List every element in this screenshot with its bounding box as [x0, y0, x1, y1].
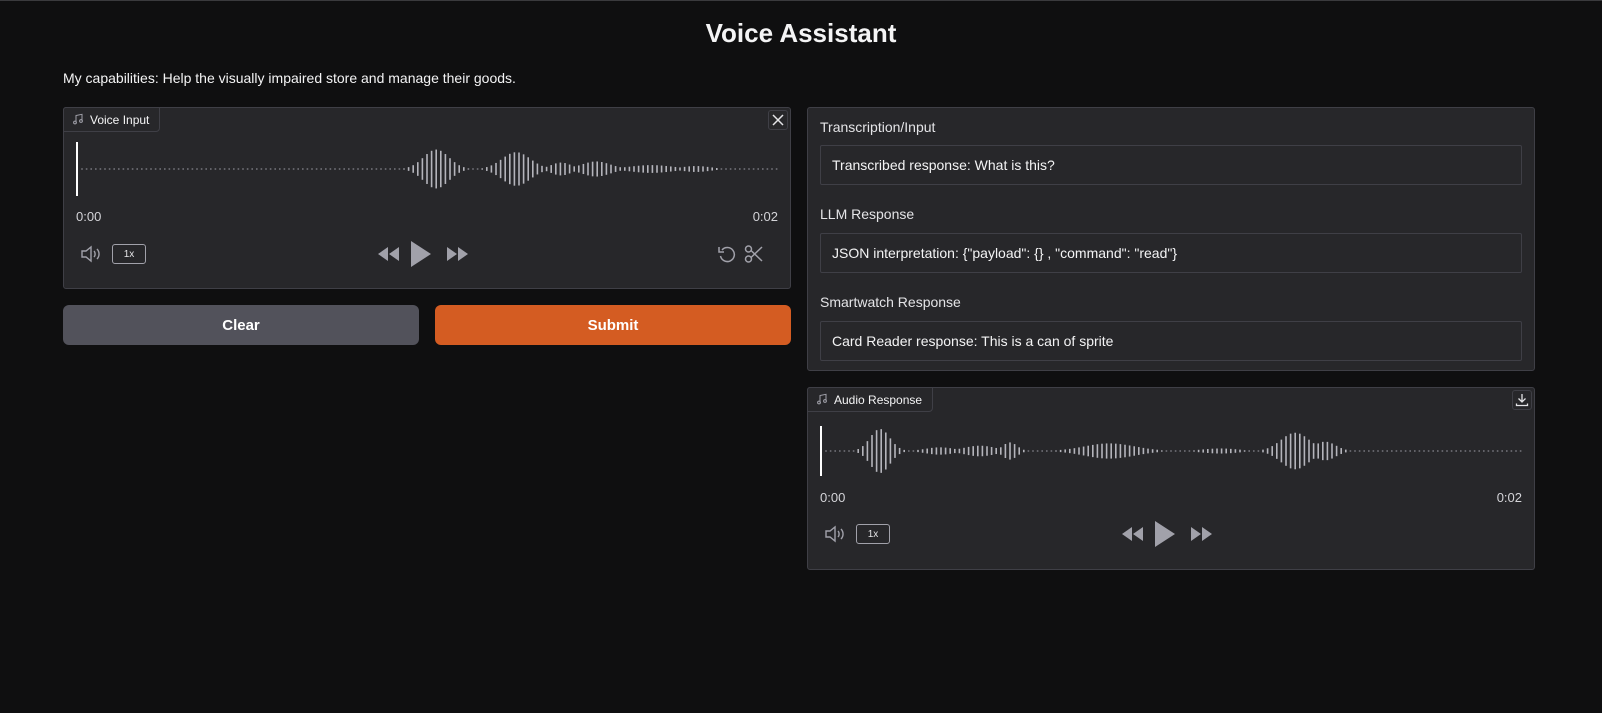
volume-icon: [825, 525, 844, 543]
voice-input-tag: Voice Input: [63, 107, 161, 132]
playback-rate-button[interactable]: 1x: [112, 244, 146, 264]
llm-response-field[interactable]: JSON interpretation: {"payload": {} , "c…: [820, 233, 1522, 273]
fast-forward-icon: [1191, 527, 1212, 541]
rewind-button[interactable]: [1121, 524, 1145, 544]
voice-input-time-end: 0:02: [752, 209, 778, 224]
voice-input-waveform[interactable]: [76, 142, 780, 196]
play-icon: [411, 241, 431, 267]
transcription-label: Transcription/Input: [820, 119, 936, 135]
page-title: Voice Assistant: [705, 18, 897, 48]
fast-forward-button[interactable]: [445, 244, 469, 264]
audio-response-tag: Audio Response: [807, 387, 934, 412]
voice-input-time-start: 0:00: [76, 209, 102, 224]
play-button[interactable]: [408, 239, 434, 269]
audio-response-panel: Audio Response 0:00 0:02 1x: [807, 387, 1535, 570]
download-icon: [1515, 394, 1529, 407]
scissors-icon: [744, 245, 763, 263]
rewind-icon: [378, 247, 399, 261]
voice-input-panel: Voice Input 0:00 0:02 1x: [63, 107, 791, 289]
rewind-button[interactable]: [377, 244, 401, 264]
close-icon: [772, 114, 784, 126]
clear-button[interactable]: Clear: [63, 305, 419, 345]
playback-rate-button[interactable]: 1x: [856, 524, 890, 544]
rewind-icon: [1122, 527, 1143, 541]
play-button[interactable]: [1152, 519, 1178, 549]
music-note-icon: [817, 393, 827, 405]
smartwatch-response-field[interactable]: Card Reader response: This is a can of s…: [820, 321, 1522, 361]
fast-forward-button[interactable]: [1189, 524, 1213, 544]
music-note-icon: [73, 113, 83, 125]
volume-icon: [81, 245, 100, 263]
download-button[interactable]: [1512, 390, 1532, 410]
close-button[interactable]: [768, 110, 788, 130]
volume-button[interactable]: [80, 244, 102, 264]
llm-response-label: LLM Response: [820, 206, 915, 222]
undo-icon: [718, 246, 736, 263]
output-panel: Transcription/Input Transcribed response…: [807, 107, 1535, 371]
capabilities-text: My capabilities: Help the visually impai…: [63, 70, 516, 86]
volume-button[interactable]: [824, 524, 846, 544]
fast-forward-icon: [447, 247, 468, 261]
smartwatch-response-label: Smartwatch Response: [820, 294, 961, 310]
audio-response-waveform[interactable]: [820, 426, 1524, 476]
transcription-field[interactable]: Transcribed response: What is this?: [820, 145, 1522, 185]
play-icon: [1155, 521, 1175, 547]
audio-response-label: Audio Response: [834, 392, 923, 407]
submit-button[interactable]: Submit: [435, 305, 791, 345]
audio-response-time-start: 0:00: [820, 490, 846, 505]
undo-button[interactable]: [716, 244, 738, 264]
audio-response-time-end: 0:02: [1496, 490, 1522, 505]
trim-button[interactable]: [743, 244, 765, 264]
voice-input-label: Voice Input: [90, 112, 150, 127]
